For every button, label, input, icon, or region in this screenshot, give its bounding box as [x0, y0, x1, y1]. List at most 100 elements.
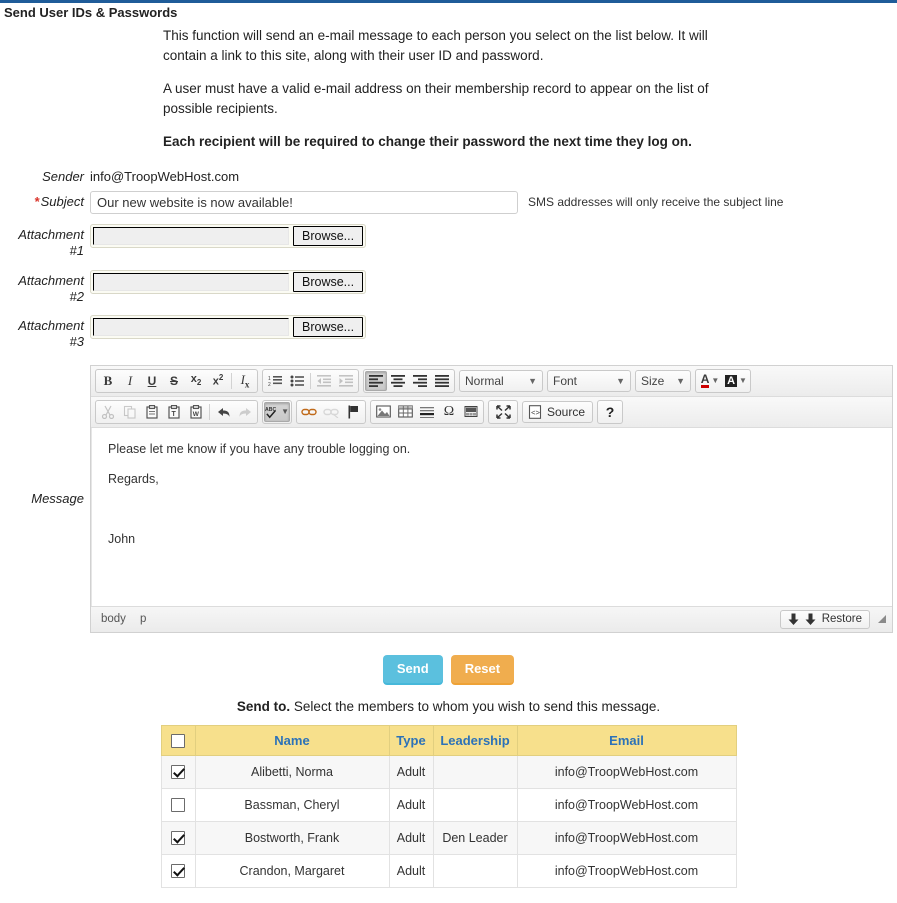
font-size-select[interactable]: Size ▼: [635, 369, 691, 392]
row-select-cell[interactable]: [160, 820, 196, 855]
increase-indent-icon[interactable]: [335, 371, 357, 391]
cell-type: Adult: [388, 820, 434, 855]
horizontal-rule-icon[interactable]: [416, 402, 438, 422]
element-path: body p: [101, 613, 146, 625]
unlink-icon[interactable]: [320, 402, 342, 422]
table-row[interactable]: Crandon, Margaret Adult info@TroopWebHost.…: [160, 853, 737, 888]
subscript-icon[interactable]: x2: [185, 371, 207, 391]
save-restore-draft-group[interactable]: Restore: [779, 609, 870, 629]
reset-button[interactable]: Reset: [450, 654, 515, 683]
special-character-icon[interactable]: Ω: [438, 402, 460, 422]
cell-type: Adult: [388, 853, 434, 888]
row-select-cell[interactable]: [160, 754, 196, 789]
send-button[interactable]: Send: [382, 654, 443, 683]
message-paragraph-4: John: [108, 531, 136, 546]
font-family-select[interactable]: Font ▼: [547, 369, 631, 392]
table-row[interactable]: Alibetti, Norma Adult info@TroopWebHost.co…: [160, 754, 737, 789]
maximize-icon[interactable]: [490, 402, 516, 422]
cell-leadership: [432, 853, 518, 888]
column-header-type[interactable]: Type: [388, 724, 434, 756]
toolbar-group-basic-styles: B I U S x2 x2 Ix: [95, 368, 258, 393]
cell-type: Adult: [388, 754, 434, 789]
cell-email: info@TroopWebHost.com: [516, 853, 737, 888]
background-color-icon[interactable]: A ▼: [723, 371, 749, 391]
superscript-icon[interactable]: x2: [207, 371, 229, 391]
numbered-list-icon[interactable]: 12: [264, 371, 286, 391]
table-icon[interactable]: [394, 402, 416, 422]
row-checkbox[interactable]: [171, 863, 185, 878]
sender-value: info@TroopWebHost.com: [90, 168, 240, 184]
sender-label: Sender: [42, 168, 84, 184]
attachment-1-filename[interactable]: [93, 227, 289, 246]
bulleted-list-icon[interactable]: [286, 371, 308, 391]
attachment-2-filebox[interactable]: Browse...: [90, 269, 367, 294]
select-all-checkbox[interactable]: [171, 733, 185, 748]
undo-icon[interactable]: [212, 402, 234, 422]
chevron-down-icon: ▼: [528, 375, 537, 386]
help-icon[interactable]: ?: [599, 402, 621, 422]
anchor-flag-icon[interactable]: [342, 402, 364, 422]
paste-text-icon[interactable]: T: [163, 402, 185, 422]
resize-grip-icon[interactable]: [878, 615, 886, 624]
align-right-icon[interactable]: [409, 371, 431, 391]
attachment-3-browse-button[interactable]: Browse...: [293, 317, 364, 338]
restore-label: Restore: [821, 613, 862, 626]
row-select-cell[interactable]: [160, 787, 196, 822]
paste-word-icon[interactable]: W: [185, 402, 207, 422]
row-checkbox[interactable]: [171, 830, 185, 845]
column-header-name[interactable]: Name: [194, 724, 390, 756]
table-row[interactable]: Bostworth, Frank Adult Den Leader info@Troo…: [160, 820, 737, 855]
row-checkbox[interactable]: [171, 764, 185, 779]
youtube-icon[interactable]: [460, 402, 482, 422]
cell-email: info@TroopWebHost.com: [516, 820, 737, 855]
editor-toolbar-row-2: T W ABC ▼ Ω <> Source ?: [91, 396, 892, 428]
attachment-1-browse-button[interactable]: Browse...: [293, 226, 364, 247]
paragraph-format-select[interactable]: Normal ▼: [459, 369, 543, 392]
element-path-body[interactable]: body: [101, 613, 126, 625]
intro-text-block: This function will send an e-mail messag…: [163, 26, 743, 152]
paste-icon[interactable]: [141, 402, 163, 422]
send-to-heading-bold: Send to.: [236, 698, 291, 714]
link-icon[interactable]: [298, 402, 320, 422]
svg-text:2: 2: [268, 382, 271, 387]
align-justify-icon[interactable]: [431, 371, 453, 391]
toolbar-separator: [310, 372, 311, 389]
cut-icon[interactable]: [97, 402, 119, 422]
remove-format-icon[interactable]: Ix: [234, 371, 256, 391]
toolbar-group-insert: Ω: [370, 399, 484, 424]
cell-email: info@TroopWebHost.com: [516, 787, 737, 822]
page-title: Send User IDs & Passwords: [4, 5, 178, 20]
attachment-2-filename[interactable]: [93, 272, 289, 291]
element-path-p[interactable]: p: [140, 613, 146, 625]
rich-text-editor: B I U S x2 x2 Ix 12 Normal ▼ Font ▼ Size…: [90, 364, 893, 633]
attachment-3-filebox[interactable]: Browse...: [90, 315, 367, 340]
attachment-1-filebox[interactable]: Browse...: [90, 224, 367, 249]
cell-name: Bostworth, Frank: [194, 820, 390, 855]
strikethrough-icon[interactable]: S: [163, 371, 185, 391]
message-body-editable[interactable]: Please let me know if you have any troub…: [91, 427, 892, 606]
copy-icon[interactable]: [119, 402, 141, 422]
subject-input[interactable]: [90, 191, 518, 215]
align-left-icon[interactable]: [365, 370, 387, 391]
column-header-email[interactable]: Email: [516, 724, 737, 756]
redo-icon[interactable]: [234, 402, 256, 422]
column-header-leadership[interactable]: Leadership: [432, 724, 518, 756]
message-paragraph-3: [108, 502, 876, 516]
row-checkbox[interactable]: [171, 797, 185, 812]
source-button[interactable]: <> Source: [522, 400, 594, 423]
italic-icon[interactable]: I: [119, 371, 141, 391]
align-center-icon[interactable]: [387, 371, 409, 391]
bold-icon[interactable]: B: [97, 371, 119, 391]
toolbar-group-spellcheck: ABC ▼: [262, 399, 292, 424]
spellcheck-icon[interactable]: ABC ▼: [264, 401, 290, 422]
svg-text:<>: <>: [531, 410, 541, 418]
text-color-icon[interactable]: A ▼: [697, 371, 723, 391]
image-icon[interactable]: [372, 402, 394, 422]
row-select-cell[interactable]: [160, 853, 196, 888]
table-row[interactable]: Bassman, Cheryl Adult info@TroopWebHost.co…: [160, 787, 737, 822]
decrease-indent-icon[interactable]: [313, 371, 335, 391]
attachment-2-browse-button[interactable]: Browse...: [293, 271, 364, 292]
underline-icon[interactable]: U: [141, 371, 163, 391]
attachment-3-filename[interactable]: [93, 318, 289, 337]
cell-leadership: Den Leader: [432, 820, 518, 855]
